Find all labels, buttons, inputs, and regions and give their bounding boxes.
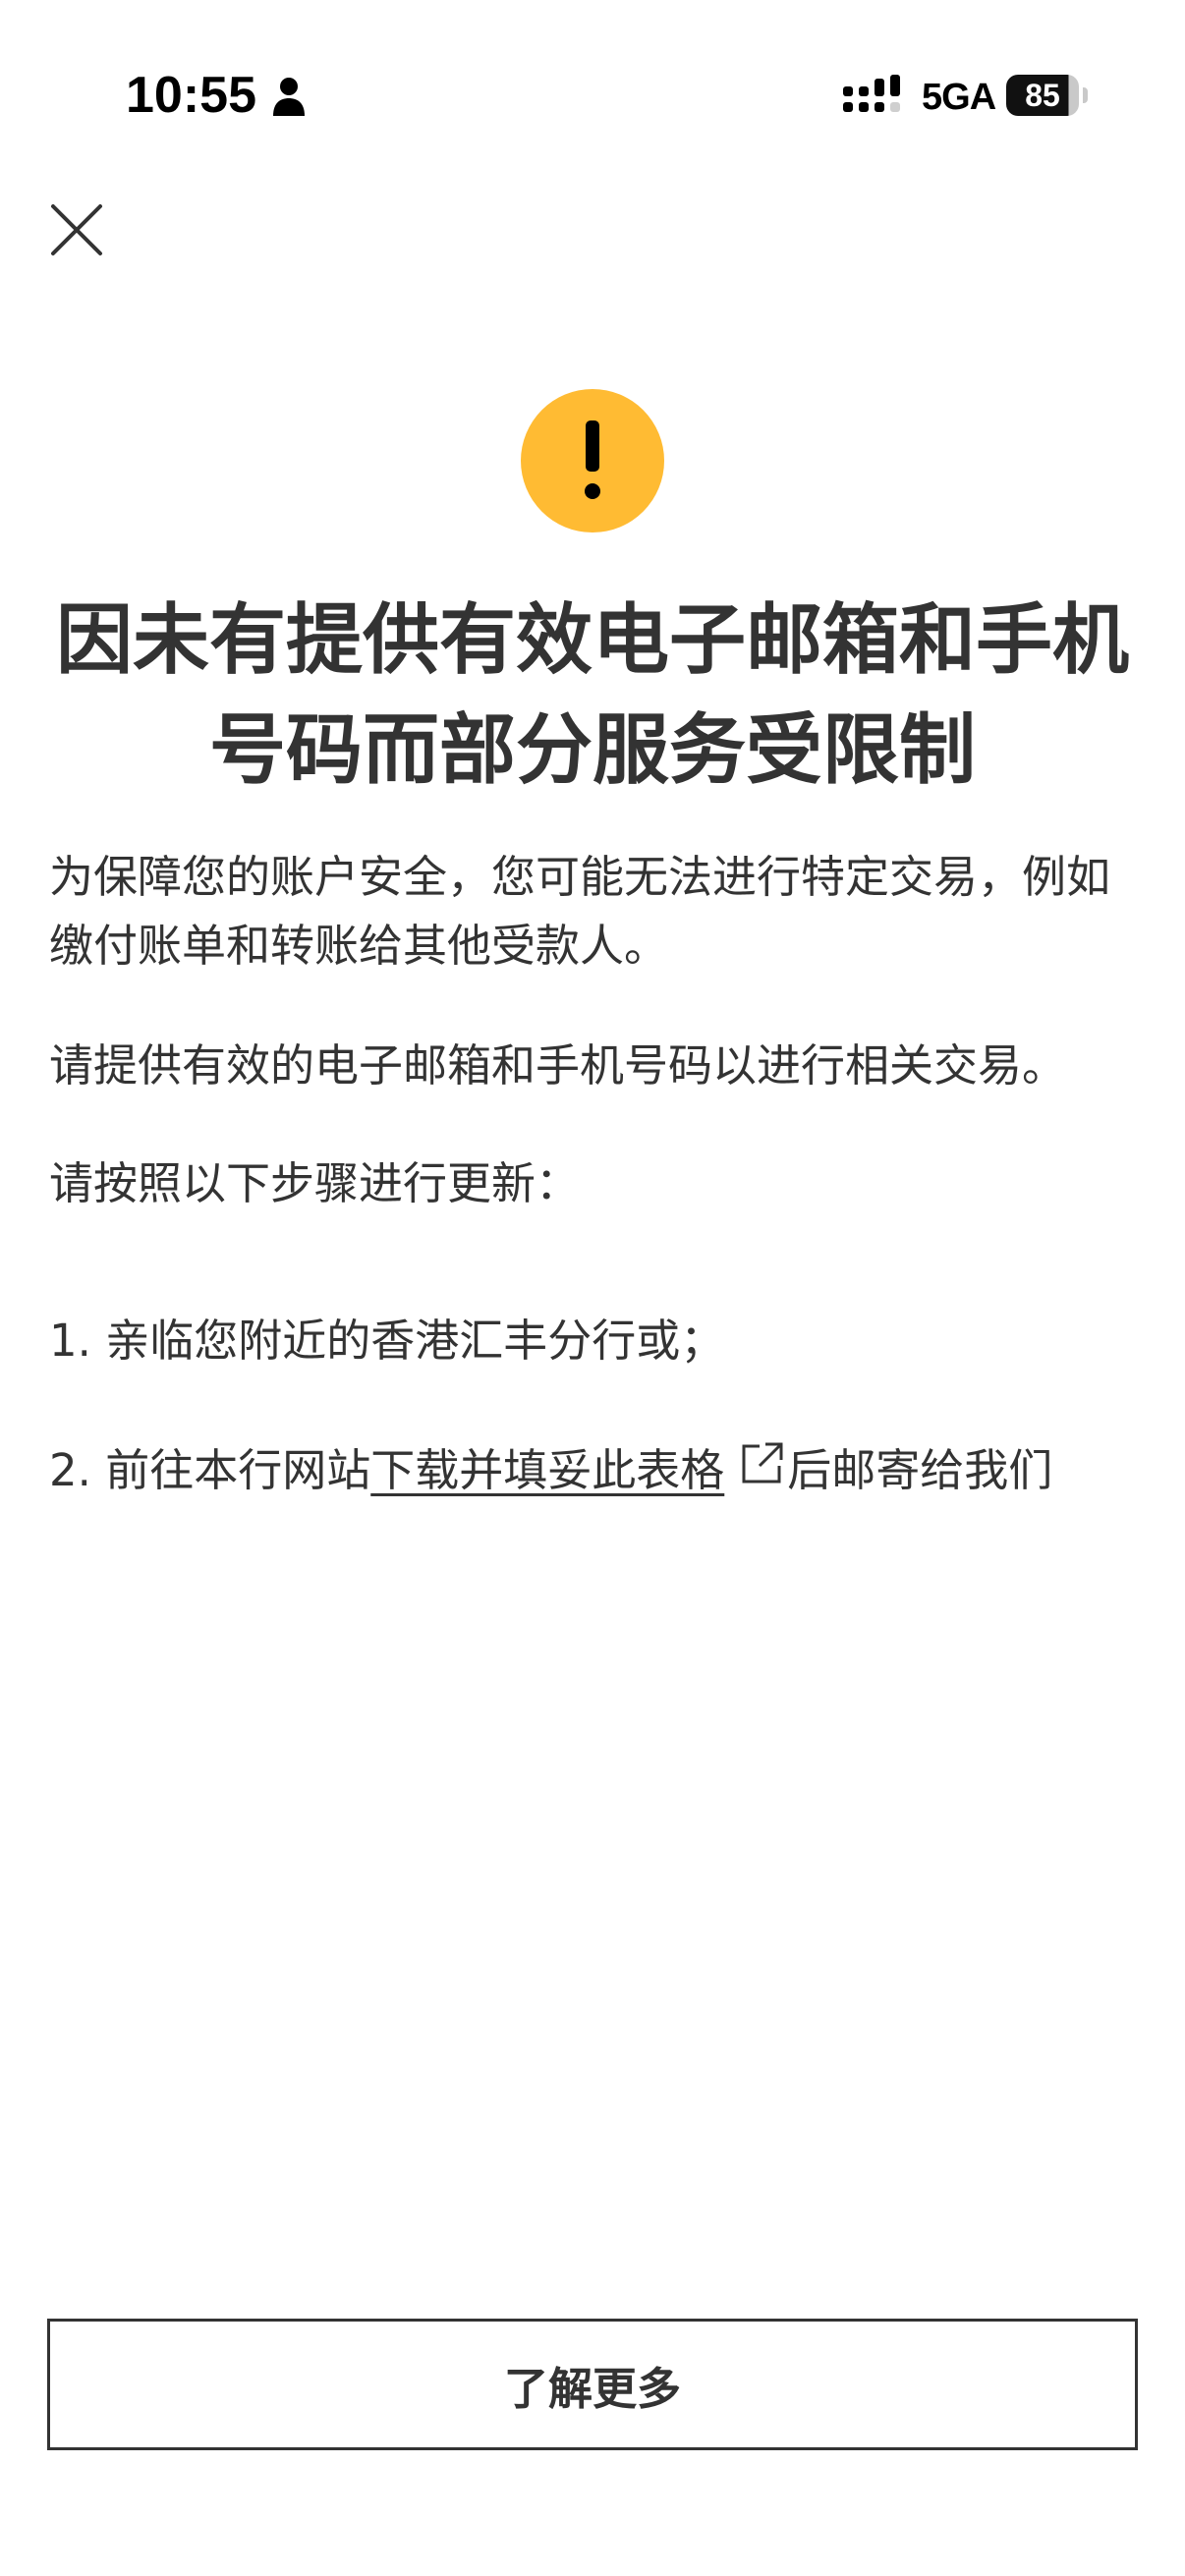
step-2-suffix: 后邮寄给我们 (787, 1444, 1053, 1496)
steps-intro-text: 请按照以下步骤进行更新： (49, 1157, 581, 1209)
learn-more-button[interactable]: 了解更多 (47, 2319, 1138, 2450)
signal-icon (843, 75, 904, 118)
close-icon (51, 204, 102, 255)
close-button[interactable] (39, 193, 114, 267)
page-title: 因未有提供有效电子邮箱和手机号码而部分服务受限制 (55, 596, 1129, 795)
step-2: 2. 前往本行网站下载并填妥此表格 后邮寄给我们 (49, 1436, 1150, 1505)
battery-level: 85 (1025, 78, 1060, 113)
status-time: 10:55 (126, 67, 256, 124)
step-1-text: 1. 亲临您附近的香港汇丰分行或； (49, 1315, 725, 1367)
security-notice-text: 为保障您的账户安全，您可能无法进行特定交易，例如缴付账单和转账给其他受款人。 (49, 851, 1111, 972)
external-link-icon[interactable] (738, 1438, 787, 1487)
status-bar: 10:55 5GA 85 (0, 0, 1185, 196)
battery-icon: 85 (1006, 75, 1089, 116)
warning-icon (521, 389, 664, 532)
download-form-link[interactable]: 下载并填妥此表格 (370, 1444, 724, 1496)
person-icon (271, 77, 307, 116)
network-label: 5GA (922, 77, 996, 118)
step-2-prefix: 2. 前往本行网站 (49, 1444, 371, 1496)
provide-info-text: 请提供有效的电子邮箱和手机号码以进行相关交易。 (49, 1039, 1067, 1092)
